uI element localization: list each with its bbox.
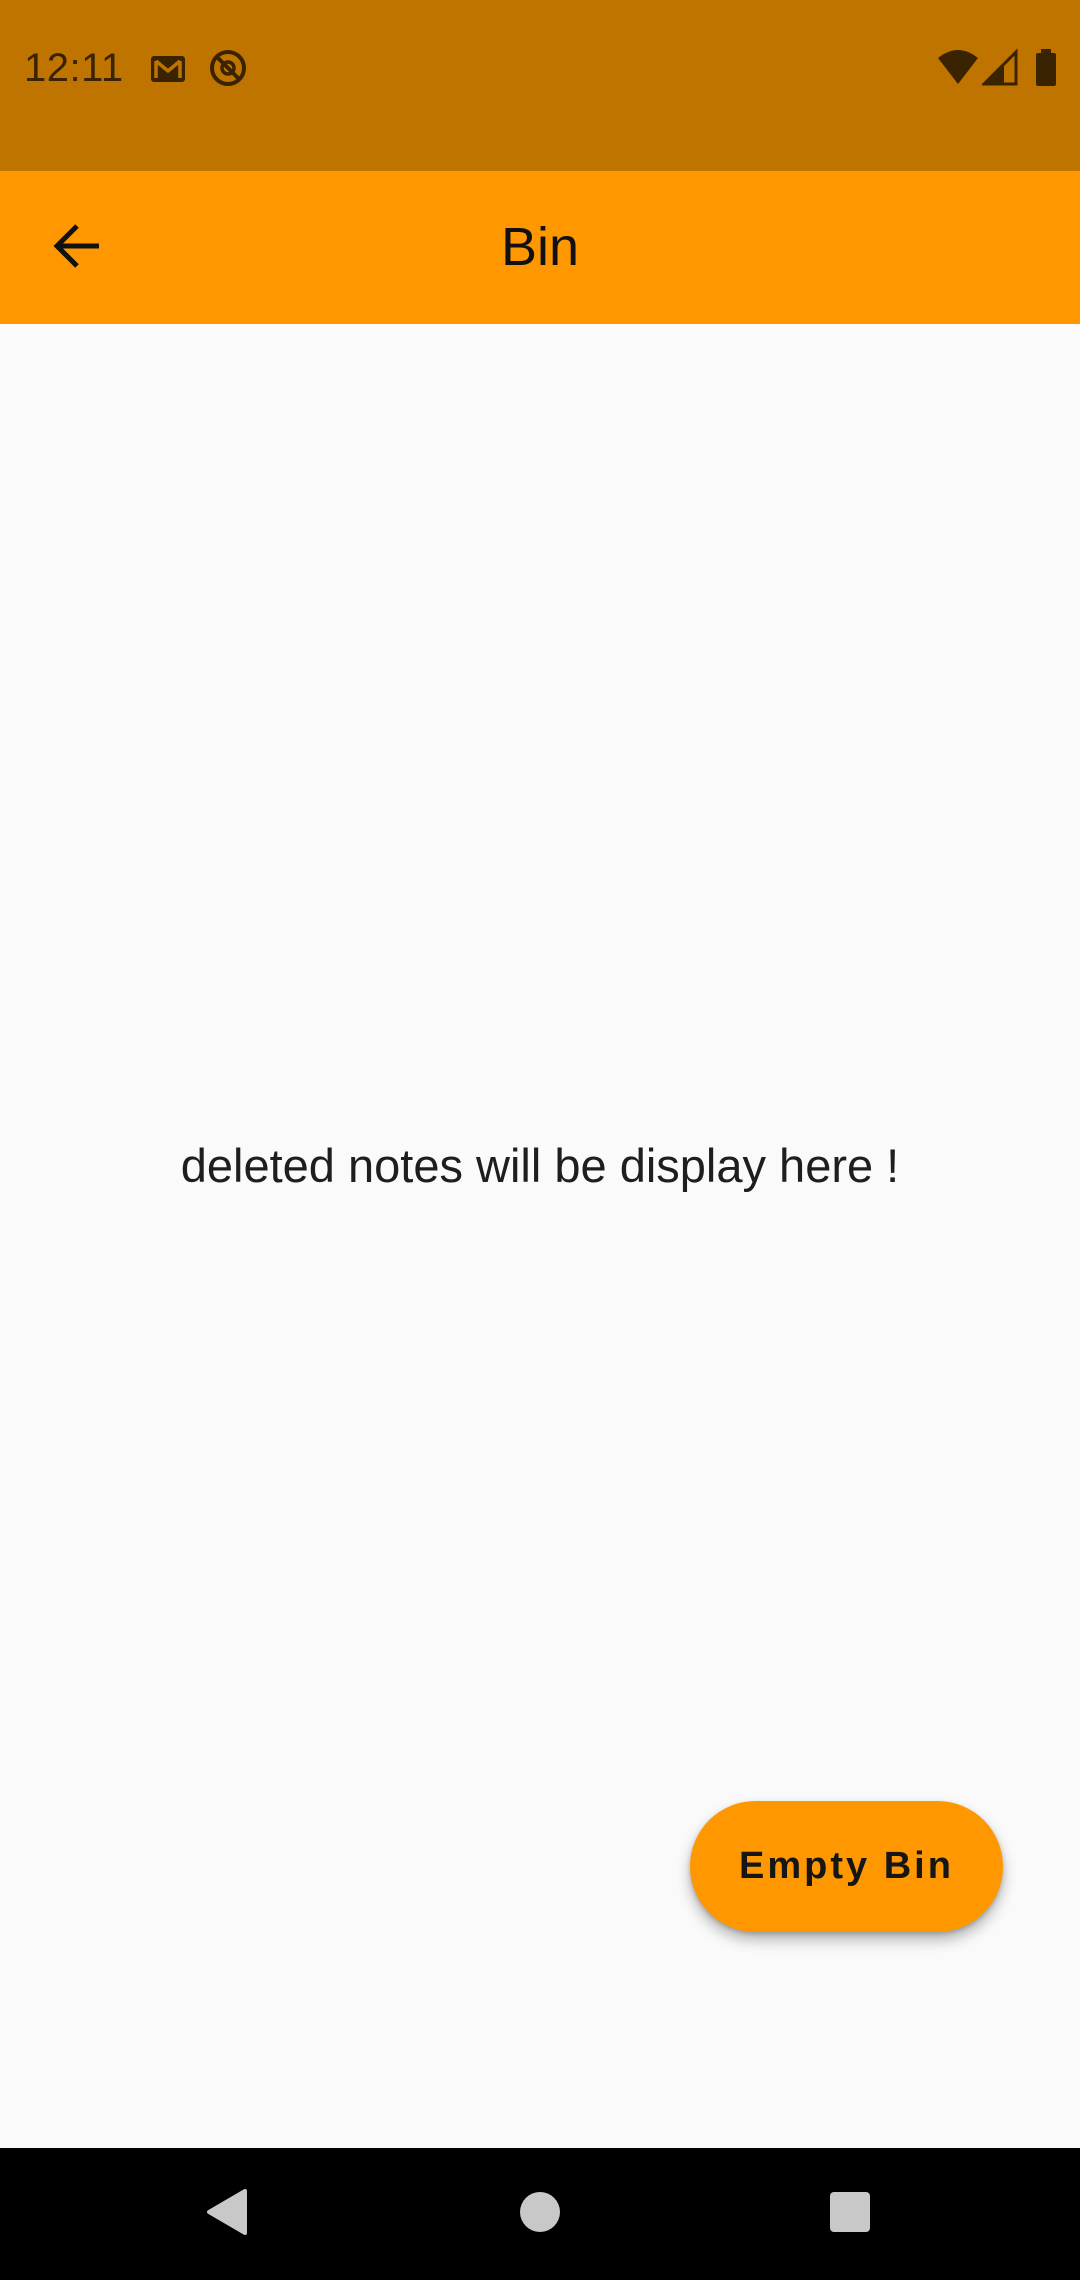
recents-square-icon [828, 2190, 872, 2239]
home-circle-icon [518, 2190, 562, 2239]
nav-back-button[interactable] [146, 2148, 306, 2280]
navigation-bar [0, 2148, 1080, 2280]
do-not-disturb-icon [208, 48, 248, 88]
back-triangle-icon [203, 2187, 249, 2242]
app-bar: Bin [0, 171, 1080, 324]
nav-home-button[interactable] [460, 2148, 620, 2280]
empty-bin-label: Empty Bin [739, 1845, 954, 1887]
gmail-icon [148, 48, 188, 88]
battery-icon [1034, 48, 1058, 88]
signal-icon [982, 48, 1018, 88]
empty-state-message: deleted notes will be display here ! [180, 1139, 900, 1192]
status-time: 12:11 [24, 46, 124, 90]
back-button[interactable] [32, 203, 122, 293]
page-title: Bin [500, 217, 580, 277]
empty-bin-button[interactable]: Empty Bin [690, 1801, 1003, 1932]
status-bar: 12:11 [0, 0, 1080, 171]
nav-recents-button[interactable] [770, 2148, 930, 2280]
wifi-icon [936, 48, 980, 88]
arrow-back-icon [51, 220, 103, 277]
